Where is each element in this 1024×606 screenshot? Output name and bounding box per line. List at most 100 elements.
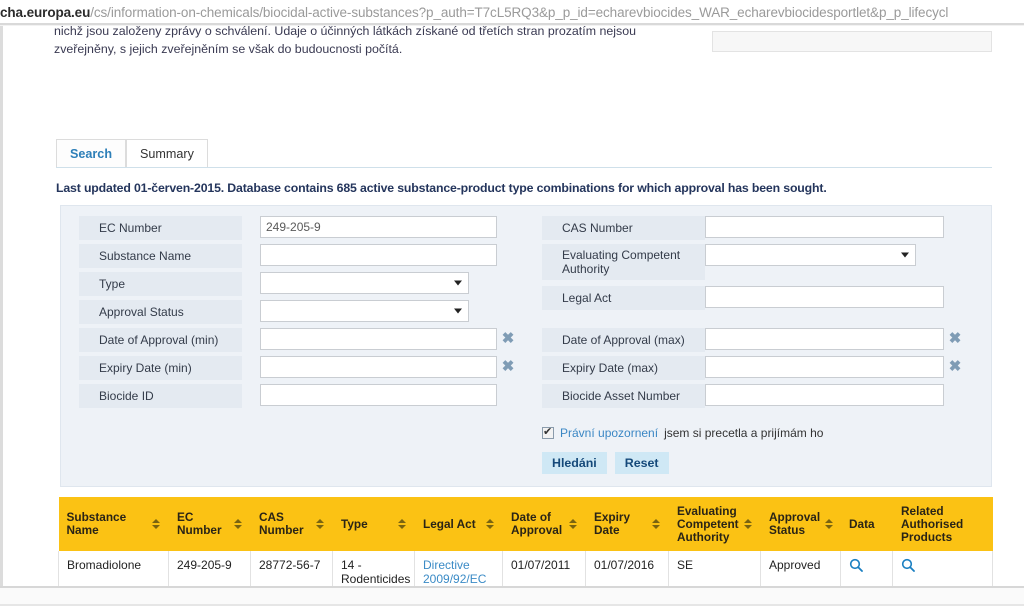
- label-approval-status: Approval Status: [79, 300, 242, 324]
- col-label: CAS Number: [259, 510, 304, 537]
- expiry-date-max-input[interactable]: [705, 356, 944, 378]
- substance-name-input[interactable]: [260, 244, 497, 266]
- approval-status-select[interactable]: [260, 300, 469, 322]
- biocide-asset-number-input[interactable]: [705, 384, 944, 406]
- field-row-legal-act: Legal Act: [542, 286, 982, 310]
- field-row-ec-number: EC Number: [79, 216, 499, 240]
- legal-notice-link[interactable]: Právní upozornení: [560, 426, 658, 440]
- expiry-date-min-input[interactable]: [260, 356, 497, 378]
- chevron-down-icon: [454, 280, 462, 286]
- col-expiry-date[interactable]: Expiry Date: [585, 497, 669, 551]
- cas-number-input[interactable]: [705, 216, 944, 238]
- control-substance-name: [260, 244, 497, 266]
- ec-number-input[interactable]: [260, 216, 497, 238]
- col-label: Data: [849, 516, 875, 531]
- control-expiry-date-min: ✖: [260, 356, 514, 378]
- search-button[interactable]: Hledáni: [542, 452, 607, 474]
- sort-icon[interactable]: [233, 518, 242, 531]
- tab-search[interactable]: Search: [56, 139, 127, 168]
- field-row-expiry-min: Expiry Date (min) ✖: [79, 356, 519, 380]
- col-cas-number[interactable]: CAS Number: [250, 497, 333, 551]
- col-approval-status[interactable]: Approval Status: [760, 497, 841, 551]
- col-label: Date of Approval: [511, 510, 563, 537]
- date-of-approval-max-input[interactable]: [705, 328, 944, 350]
- legal-act-link[interactable]: Directive 2009/92/EC: [423, 558, 486, 586]
- control-biocide-id: [260, 384, 497, 406]
- control-date-of-approval-max: ✖: [705, 328, 961, 350]
- sort-icon[interactable]: [743, 518, 752, 531]
- clear-icon[interactable]: ✖: [948, 331, 962, 346]
- col-ec-number[interactable]: EC Number: [168, 497, 251, 551]
- col-label: Evaluating Competent Authority: [677, 503, 739, 544]
- label-biocide-asset-number: Biocide Asset Number: [542, 384, 705, 408]
- control-cas-number: [705, 216, 944, 238]
- legal-act-input[interactable]: [705, 286, 944, 308]
- label-cas-number: CAS Number: [542, 216, 705, 240]
- col-data: Data: [840, 497, 893, 551]
- legal-notice-checkbox[interactable]: [542, 425, 554, 439]
- biocide-id-input[interactable]: [260, 384, 497, 406]
- col-evaluating-competent-authority[interactable]: Evaluating Competent Authority: [668, 497, 761, 551]
- col-substance-name[interactable]: Substance Name: [58, 497, 169, 551]
- secondary-panel-placeholder: [712, 31, 992, 52]
- label-expiry-date-min: Expiry Date (min): [79, 356, 242, 380]
- sort-icon[interactable]: [151, 518, 160, 531]
- intro-line-2: zveřejněny, s jejich zveřejněním se však…: [54, 42, 403, 56]
- control-date-of-approval-min: ✖: [260, 328, 514, 350]
- reset-button[interactable]: Reset: [614, 452, 669, 474]
- chevron-down-icon: [901, 252, 909, 258]
- clear-icon[interactable]: ✖: [948, 359, 962, 374]
- col-legal-act[interactable]: Legal Act: [414, 497, 503, 551]
- control-legal-act: [705, 286, 944, 308]
- control-approval-status: [260, 300, 469, 322]
- field-row-approval-status: Approval Status: [79, 300, 499, 324]
- col-label: Related Authorised Products: [901, 503, 964, 544]
- sort-icon[interactable]: [824, 518, 833, 531]
- tab-summary[interactable]: Summary: [126, 139, 208, 168]
- sort-icon[interactable]: [315, 518, 324, 531]
- field-row-expiry-max: Expiry Date (max) ✖: [542, 356, 997, 380]
- viewport-left-rail: [0, 26, 3, 586]
- clear-icon[interactable]: ✖: [501, 331, 515, 346]
- sort-icon[interactable]: [397, 518, 406, 531]
- field-row-date-approval-max: Date of Approval (max) ✖: [542, 328, 997, 352]
- intro-paragraph: nichž jsou založeny zprávy o schválení. …: [54, 26, 694, 58]
- control-type: [260, 272, 469, 294]
- table-header-row: Substance Name EC Number CAS Number Type…: [58, 497, 993, 551]
- col-label: Type: [341, 516, 368, 531]
- control-biocide-asset-number: [705, 384, 944, 406]
- type-select[interactable]: [260, 272, 469, 294]
- label-evaluating-competent-authority: Evaluating Competent Authority: [542, 244, 705, 280]
- field-row-biocide-id: Biocide ID: [79, 384, 499, 408]
- label-biocide-id: Biocide ID: [79, 384, 242, 408]
- field-row-type: Type: [79, 272, 499, 296]
- sort-icon[interactable]: [485, 518, 494, 531]
- tab-bar-underline: [56, 167, 992, 168]
- sort-icon[interactable]: [651, 518, 660, 531]
- browser-url-bar[interactable]: cha.europa.eu/cs/information-on-chemical…: [0, 0, 1024, 24]
- field-row-cas-number: CAS Number: [542, 216, 982, 240]
- url-path: /cs/information-on-chemicals/biocidal-ac…: [90, 4, 949, 20]
- evaluating-competent-authority-select[interactable]: [705, 244, 916, 266]
- label-date-of-approval-max: Date of Approval (max): [542, 328, 705, 352]
- sort-icon[interactable]: [568, 518, 577, 531]
- field-row-substance-name: Substance Name: [79, 244, 499, 268]
- intro-line-1-clipped: nichž jsou založeny zprávy o schválení. …: [54, 26, 636, 38]
- col-date-of-approval[interactable]: Date of Approval: [502, 497, 586, 551]
- tab-bar: Search Summary: [56, 139, 992, 168]
- search-icon[interactable]: [901, 558, 915, 572]
- page-root: cha.europa.eu/cs/information-on-chemical…: [0, 0, 1024, 606]
- search-icon[interactable]: [849, 558, 863, 572]
- date-of-approval-min-input[interactable]: [260, 328, 497, 350]
- clear-icon[interactable]: ✖: [501, 359, 515, 374]
- col-label: Expiry Date: [594, 510, 631, 537]
- label-type: Type: [79, 272, 242, 296]
- col-related-authorised-products: Related Authorised Products: [892, 497, 993, 551]
- field-row-date-approval-min: Date of Approval (min) ✖: [79, 328, 519, 352]
- field-row-eca: Evaluating Competent Authority: [542, 244, 982, 280]
- legal-notice-row: Právní upozornení jsem si precetla a pri…: [542, 425, 823, 440]
- col-type[interactable]: Type: [332, 497, 415, 551]
- search-panel: EC Number Substance Name Type: [60, 205, 992, 487]
- field-row-biocide-asset-number: Biocide Asset Number: [542, 384, 982, 408]
- control-evaluating-competent-authority: [705, 244, 916, 266]
